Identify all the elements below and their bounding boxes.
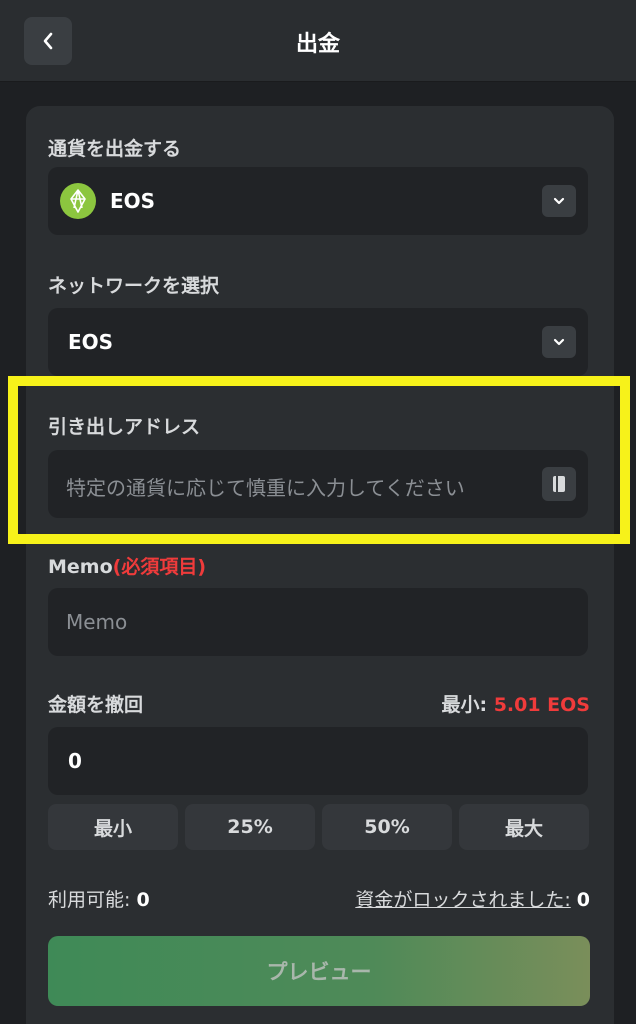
- network-value: EOS: [68, 330, 114, 354]
- network-dropdown-button[interactable]: [542, 326, 576, 358]
- min-amount-info: 最小: 5.01 EOS: [441, 690, 590, 717]
- min-button[interactable]: 最小: [48, 804, 178, 850]
- min-amount-value: 5.01 EOS: [493, 694, 590, 716]
- chevron-down-icon: [553, 197, 565, 205]
- preview-button[interactable]: プレビュー: [48, 936, 590, 1006]
- amount-value: 0: [68, 749, 82, 773]
- page-title: 出金: [295, 32, 340, 57]
- locked-value: 0: [576, 889, 590, 911]
- memo-input[interactable]: Memo: [48, 588, 588, 656]
- 50-percent-button[interactable]: 50%: [322, 804, 452, 850]
- available-value: 0: [136, 889, 150, 911]
- currency-label: 通貨を出金する: [48, 138, 182, 160]
- network-select[interactable]: EOS: [48, 308, 588, 376]
- amount-input[interactable]: 0: [48, 727, 588, 795]
- memo-label-text: Memo: [48, 556, 113, 578]
- min-amount-label: 最小:: [441, 694, 488, 716]
- network-label: ネットワークを選択: [48, 275, 220, 297]
- memo-placeholder: Memo: [66, 610, 128, 634]
- currency-dropdown-button[interactable]: [542, 185, 576, 217]
- 25-percent-button[interactable]: 25%: [185, 804, 315, 850]
- available-label: 利用可能:: [48, 889, 131, 911]
- amount-label: 金額を撤回: [48, 694, 144, 716]
- chevron-down-icon: [553, 338, 565, 346]
- max-button[interactable]: 最大: [459, 804, 589, 850]
- memo-label: Memo(必須項目): [48, 552, 206, 579]
- available-balance: 利用可能: 0: [48, 885, 150, 912]
- locked-funds-link[interactable]: 資金がロックされました:: [355, 889, 570, 911]
- memo-required-text: (必須項目): [112, 556, 207, 578]
- highlight-box: [8, 376, 630, 544]
- eos-coin-icon: [60, 183, 96, 219]
- top-bar: 出金: [0, 0, 636, 82]
- currency-select[interactable]: EOS: [48, 167, 588, 235]
- currency-value: EOS: [110, 189, 156, 213]
- locked-funds: 資金がロックされました: 0: [355, 885, 590, 912]
